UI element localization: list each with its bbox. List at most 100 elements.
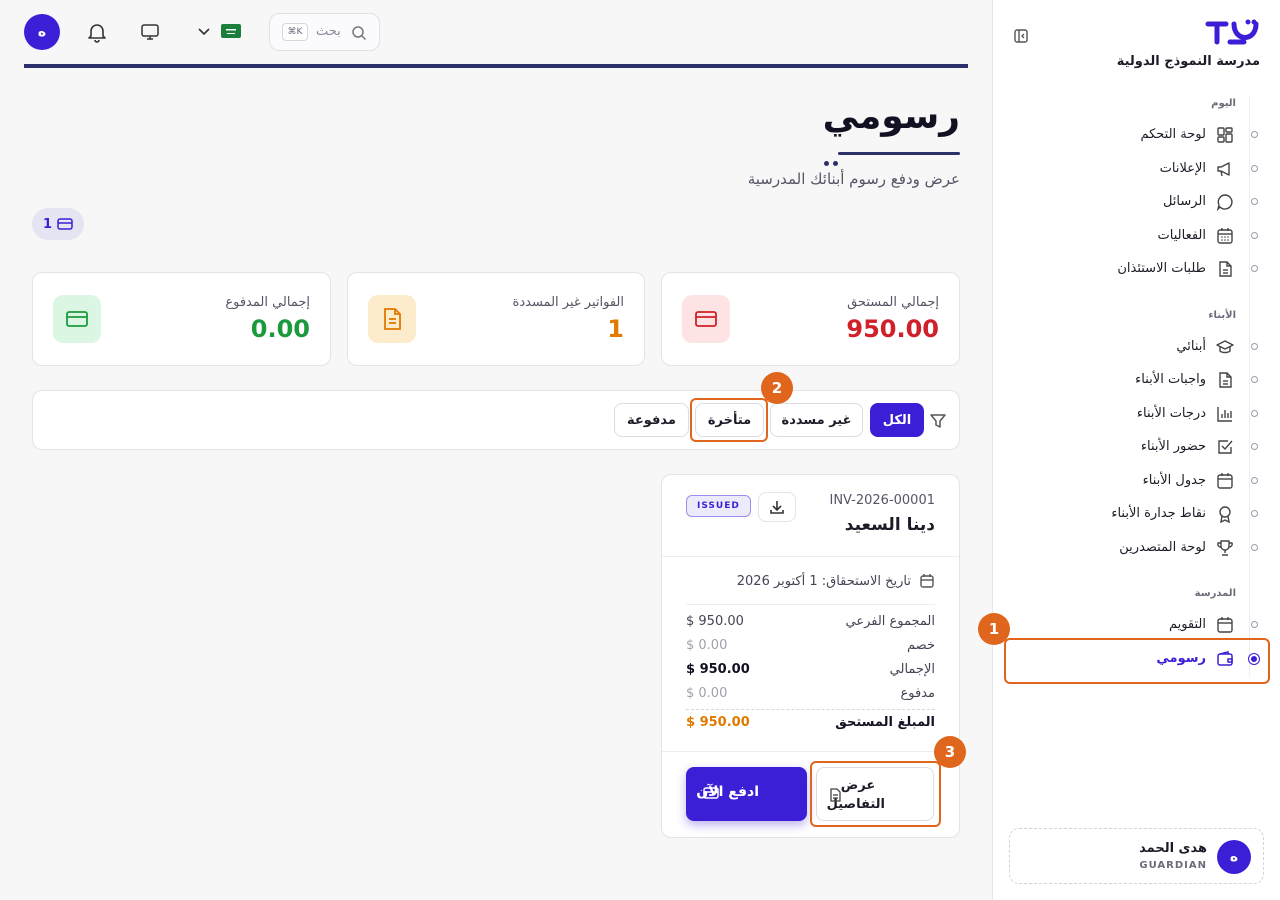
line-label: خصم [907, 638, 935, 653]
chevron-down-icon[interactable] [198, 27, 210, 37]
sidebar-item-label: أبنائي [1176, 339, 1206, 354]
stat-icon-box [682, 295, 730, 343]
sidebar-item-attendance[interactable]: حضور الأبناء [992, 433, 1280, 461]
stat-label: الفواتير غير المسددة [512, 295, 624, 310]
nav-dot [1251, 510, 1258, 517]
line-value: $ 950.00 [686, 715, 750, 730]
sidebar-item-my-children[interactable]: أبنائي [992, 333, 1280, 361]
line-label: مدفوع [900, 686, 935, 701]
sidebar-item-homework[interactable]: واجبات الأبناء [992, 366, 1280, 394]
annotation-highlight-3 [810, 761, 941, 827]
stat-icon-box [368, 295, 416, 343]
filter-all[interactable]: الكل [870, 403, 924, 437]
filter-unpaid[interactable]: غير مسددة [770, 403, 863, 437]
stat-value: 950.00 [846, 315, 939, 343]
invoice-icon [384, 308, 401, 330]
filter-bar: الكل غير مسددة متأخرة مدفوعة [32, 390, 960, 450]
saudi-flag-icon[interactable] [221, 24, 241, 38]
search-placeholder: بحث [316, 24, 341, 39]
sidebar-item-label: الرسائل [1162, 194, 1206, 209]
filter-paid[interactable]: مدفوعة [614, 403, 689, 437]
annotation-highlight-1 [1004, 638, 1270, 684]
annotation-badge-1: 1 [978, 613, 1010, 645]
nav-dot [1251, 410, 1258, 417]
sidebar-item-leave-requests[interactable]: طلبات الاستئذان [992, 255, 1280, 283]
section-children: الأبناء [1208, 310, 1236, 321]
bell-icon[interactable] [86, 21, 108, 43]
stat-value: 1 [607, 315, 624, 343]
pay-now-button[interactable]: ادفع الآن [686, 767, 807, 821]
sidebar-item-messages[interactable]: الرسائل [992, 188, 1280, 216]
sidebar-item-announcements[interactable]: الإعلانات [992, 155, 1280, 183]
sidebar-item-label: واجبات الأبناء [1135, 372, 1206, 387]
card-divider [662, 751, 959, 752]
sidebar-item-label: لوحة المتصدرين [1119, 540, 1206, 555]
line-label: المجموع الفرعي [845, 614, 935, 629]
nav-dot [1251, 165, 1258, 172]
nav-dot [1251, 131, 1258, 138]
stat-card-total-paid: إجمالي المدفوع 0.00 [32, 272, 331, 366]
line-label: المبلغ المستحق [835, 715, 935, 730]
line-amount-due: المبلغ المستحق $ 950.00 [686, 715, 935, 735]
annotation-badge-3: 3 [934, 736, 966, 768]
sidebar-item-label: درجات الأبناء [1136, 406, 1206, 421]
nav-dot [1251, 544, 1258, 551]
sidebar-item-grades[interactable]: درجات الأبناء [992, 400, 1280, 428]
sidebar-item-calendar[interactable]: التقويم [992, 611, 1280, 639]
sidebar-item-schedule[interactable]: جدول الأبناء [992, 467, 1280, 495]
checkbox-icon [1218, 440, 1233, 454]
sidebar: مدرسة النموذج الدولية اليوم لوحة التحكم … [992, 0, 1280, 900]
sidebar-item-label: جدول الأبناء [1142, 473, 1206, 488]
nav-dot [1251, 621, 1258, 628]
sidebar-item-dashboard[interactable]: لوحة التحكم [992, 121, 1280, 149]
collapse-sidebar-icon[interactable] [1013, 28, 1029, 44]
user-profile-card[interactable]: ه هدى الحمد GUARDIAN [1009, 828, 1264, 884]
chat-icon [1216, 194, 1233, 211]
calendar-icon [1217, 473, 1233, 489]
sidebar-item-label: الإعلانات [1159, 161, 1206, 176]
credit-card-icon [66, 311, 88, 327]
dashboard-icon [1217, 127, 1233, 143]
credit-card-icon [703, 787, 719, 799]
credit-card-icon [695, 311, 717, 327]
sidebar-item-leaderboard[interactable]: لوحة المتصدرين [992, 534, 1280, 562]
status-badge: ISSUED [686, 495, 751, 517]
title-underline-dots [820, 151, 838, 170]
search-input[interactable]: K⌘ بحث [269, 13, 380, 51]
line-value: $ 950.00 [686, 662, 750, 677]
sidebar-item-merit-points[interactable]: نقاط جدارة الأبناء [992, 500, 1280, 528]
monitor-icon[interactable] [141, 23, 159, 41]
annotation-highlight-2 [690, 398, 768, 442]
dashed-divider [686, 709, 935, 710]
avatar[interactable]: ه [24, 14, 60, 50]
invoice-count: 1 [42, 216, 53, 232]
nav-dot [1251, 443, 1258, 450]
sidebar-item-label: نقاط جدارة الأبناء [1111, 506, 1206, 521]
section-school: المدرسة [1194, 588, 1236, 599]
nav-dot [1251, 343, 1258, 350]
school-logo [1205, 19, 1259, 45]
sidebar-item-label: التقويم [1168, 617, 1206, 632]
award-icon [1219, 506, 1231, 523]
card-divider [686, 604, 935, 605]
sidebar-item-label: طلبات الاستئذان [1117, 261, 1206, 276]
user-role: GUARDIAN [1139, 860, 1207, 871]
calendar-icon [920, 574, 934, 588]
download-button[interactable] [758, 492, 796, 522]
sidebar-item-events[interactable]: الفعاليات [992, 222, 1280, 250]
megaphone-icon [1217, 162, 1230, 177]
line-paid: مدفوع $ 0.00 [686, 686, 935, 706]
sidebar-item-label: حضور الأبناء [1140, 439, 1206, 454]
invoice-count-badge: 1 [32, 208, 84, 240]
calendar-icon [1217, 617, 1233, 633]
bar-chart-icon [1217, 407, 1232, 422]
page-subtitle: عرض ودفع رسوم أبنائك المدرسية [747, 170, 960, 188]
calendar-grid-icon [1217, 228, 1233, 244]
line-subtotal: المجموع الفرعي $ 950.00 [686, 614, 935, 634]
line-total: الإجمالي $ 950.00 [686, 662, 935, 682]
trophy-icon [1217, 540, 1233, 556]
line-value: $ 950.00 [686, 614, 744, 629]
student-name: دينا السعيد [844, 515, 935, 535]
stat-label: إجمالي المستحق [847, 295, 939, 310]
graduation-cap-icon [1216, 340, 1234, 354]
